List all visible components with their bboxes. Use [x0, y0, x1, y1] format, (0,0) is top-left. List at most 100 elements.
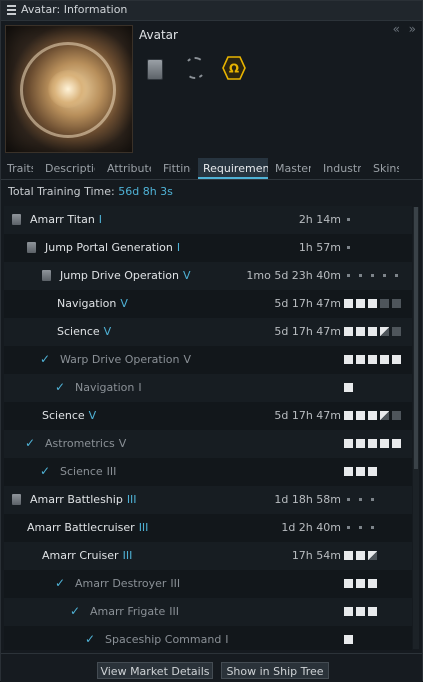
show-in-ship-tree-button[interactable]: Show in Ship Tree	[221, 662, 329, 679]
skill-row[interactable]: ✓ Science III	[4, 458, 412, 486]
level-box	[344, 355, 353, 364]
skill-row[interactable]: Jump Portal Generation I 1h 57m	[4, 234, 412, 262]
skill-row[interactable]: Amarr Battlecruiser III 1d 2h 40m	[4, 514, 412, 542]
level-box	[344, 635, 353, 644]
level-box	[344, 607, 353, 616]
level-box	[368, 467, 377, 476]
level-box	[392, 411, 401, 420]
skill-name-text: Amarr Frigate	[90, 605, 166, 618]
tab-traits[interactable]: Traits	[7, 158, 33, 179]
view-market-details-button[interactable]: View Market Details	[97, 662, 213, 679]
level-box	[392, 439, 401, 448]
collapse-left-icon[interactable]: «	[393, 22, 400, 36]
level-box	[344, 579, 353, 588]
skill-level: III	[169, 605, 179, 618]
skill-row[interactable]: Science V 5d 17h 47m	[4, 402, 412, 430]
skill-name: Amarr Cruiser III	[42, 549, 132, 562]
menu-icon[interactable]	[7, 5, 16, 15]
level-dot	[347, 526, 350, 529]
skill-row[interactable]: Science V 5d 17h 47m	[4, 318, 412, 346]
level-box	[356, 327, 365, 336]
skill-name-text: Jump Drive Operation	[60, 269, 179, 282]
title-bar[interactable]: Avatar: Information	[1, 1, 422, 21]
training-time: 5d 17h 47m	[274, 409, 341, 422]
training-time: 17h 54m	[291, 549, 341, 562]
level-dot	[371, 498, 374, 501]
level-box	[356, 607, 365, 616]
skill-row[interactable]: ✓ Warp Drive Operation V	[4, 346, 412, 374]
info-window: Avatar: Information « » Avatar Ω Traits …	[0, 0, 423, 682]
skillbook-icon[interactable]	[147, 59, 163, 80]
tab-description[interactable]: Description	[45, 158, 95, 179]
skill-name-text: Science	[60, 465, 103, 478]
skill-row[interactable]: ✓ Amarr Destroyer III	[4, 570, 412, 598]
collapse-right-icon[interactable]: »	[409, 22, 416, 36]
skill-row[interactable]: Jump Drive Operation V 1mo 5d 23h 40m	[4, 262, 412, 290]
skillbook-icon	[42, 270, 51, 281]
level-box	[356, 467, 365, 476]
total-training-value: 56d 8h 3s	[118, 185, 173, 198]
level-box	[392, 327, 401, 336]
skillbook-icon	[12, 214, 21, 225]
tab-requirements[interactable]: Requirements	[198, 158, 268, 179]
omega-icon[interactable]: Ω	[222, 56, 246, 80]
skill-row[interactable]: ✓ Astrometrics V	[4, 430, 412, 458]
skill-row[interactable]: ✓ Spaceship Command I	[4, 626, 412, 654]
tab-bar: Traits Description Attributes Fitting Re…	[1, 158, 422, 180]
level-box	[368, 355, 377, 364]
ship-name: Avatar	[139, 28, 178, 42]
total-training-time: Total Training Time: 56d 8h 3s	[8, 185, 173, 198]
total-training-label: Total Training Time:	[8, 185, 115, 198]
skill-row[interactable]: Amarr Battleship III 1d 18h 58m	[4, 486, 412, 514]
skill-level: III	[170, 577, 181, 590]
skill-level: V	[183, 353, 192, 366]
level-box	[368, 411, 377, 420]
level-dot	[395, 274, 398, 277]
skill-level: V	[103, 325, 112, 338]
level-box	[356, 579, 365, 588]
level-box	[380, 439, 389, 448]
skill-name-text: Spaceship Command	[105, 633, 222, 646]
level-box	[392, 355, 401, 364]
level-box	[344, 439, 353, 448]
skill-level: I	[98, 213, 103, 226]
tab-attributes[interactable]: Attributes	[107, 158, 151, 179]
skill-name: Amarr Battlecruiser III	[27, 521, 148, 534]
skill-name: Jump Drive Operation V	[60, 269, 191, 282]
skill-name-text: Jump Portal Generation	[45, 241, 173, 254]
level-dot	[371, 274, 374, 277]
training-time: 5d 17h 47m	[274, 325, 341, 338]
tab-industry[interactable]: Industry	[323, 158, 361, 179]
skill-row[interactable]: ✓ Amarr Frigate III	[4, 598, 412, 626]
skill-name: Amarr Battleship III	[30, 493, 137, 506]
level-box	[380, 411, 389, 420]
skill-level: I	[176, 241, 181, 254]
window-title: Avatar: Information	[21, 3, 128, 16]
tab-mastery[interactable]: Mastery	[275, 158, 311, 179]
skill-name-text: Amarr Battlecruiser	[27, 521, 135, 534]
level-box	[392, 299, 401, 308]
skill-level: III	[106, 465, 117, 478]
level-dot	[359, 526, 362, 529]
tab-fitting[interactable]: Fitting	[163, 158, 191, 179]
skill-row[interactable]: Amarr Titan I 2h 14m	[4, 206, 412, 234]
skill-name-text: Navigation	[57, 297, 117, 310]
level-box	[356, 299, 365, 308]
training-time: 2h 14m	[298, 213, 341, 226]
level-box	[344, 467, 353, 476]
level-dot	[347, 498, 350, 501]
skill-name-text: Astrometrics	[45, 437, 115, 450]
level-box	[356, 439, 365, 448]
skill-row[interactable]: Amarr Cruiser III 17h 54m	[4, 542, 412, 570]
loading-ring-icon	[184, 57, 206, 79]
skill-row[interactable]: Navigation V 5d 17h 47m	[4, 290, 412, 318]
skill-name: Jump Portal Generation I	[45, 241, 180, 254]
skill-row[interactable]: ✓ Navigation I	[4, 374, 412, 402]
level-box	[344, 299, 353, 308]
tab-skins[interactable]: Skins	[373, 158, 399, 179]
skill-name: Amarr Frigate III	[90, 605, 179, 618]
scrollbar-thumb[interactable]	[414, 207, 418, 469]
level-box	[380, 299, 389, 308]
level-dot	[347, 274, 350, 277]
level-box	[356, 551, 365, 560]
